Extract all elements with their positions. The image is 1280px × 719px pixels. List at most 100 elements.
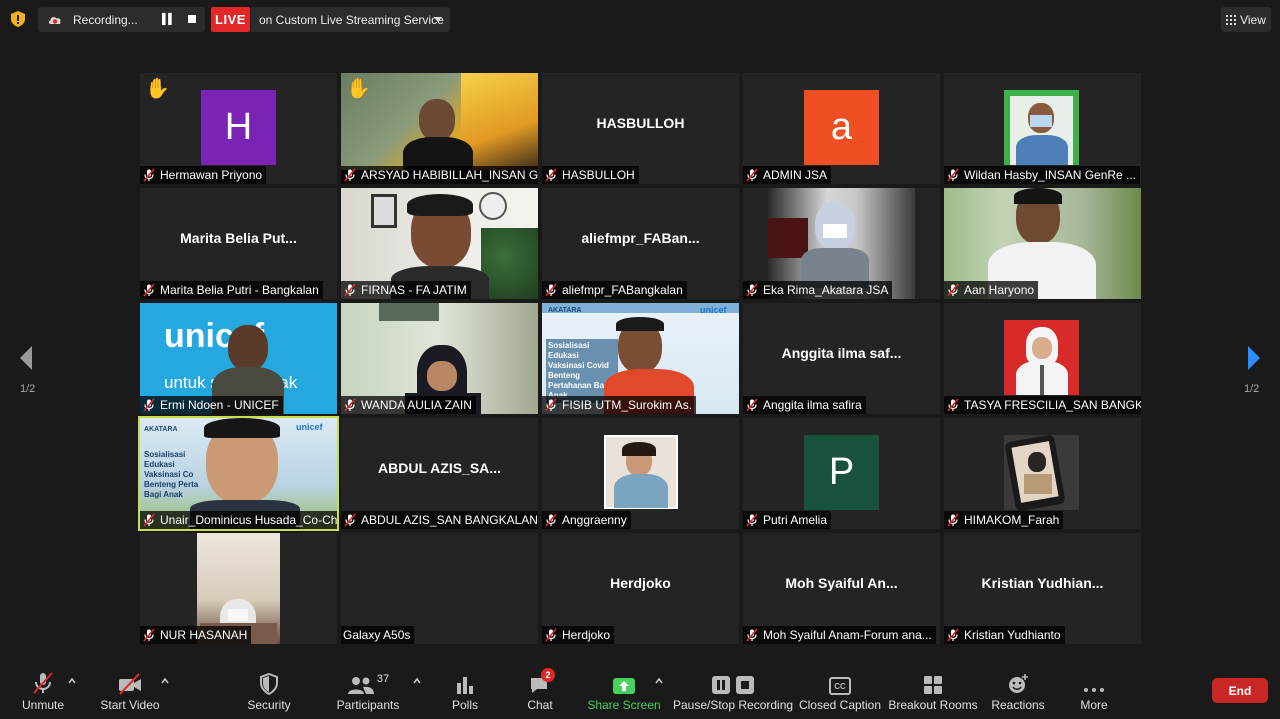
participant-tile[interactable]: Eka Rima_Akatara JSA xyxy=(743,188,940,299)
participant-name-label: FIRNAS - FA JATIM xyxy=(361,283,467,297)
participant-tile[interactable]: WANDA AULIA ZAIN xyxy=(341,303,538,414)
page-indicator-right: 1/2 xyxy=(1244,383,1260,395)
participant-name-bar: Hermawan Priyono xyxy=(140,166,267,184)
live-service-label: on Custom Live Streaming Service xyxy=(259,12,444,27)
muted-mic-icon xyxy=(746,513,758,527)
participant-tile[interactable]: Marita Belia Put... Marita Belia Putri -… xyxy=(140,188,337,299)
unmute-button[interactable]: Unmute xyxy=(20,667,66,719)
participant-name-bar: HASBULLOH xyxy=(542,166,639,184)
breakout-rooms-grid-icon xyxy=(924,676,942,694)
polls-button[interactable]: Polls xyxy=(449,667,481,719)
reactions-label: Reactions xyxy=(991,698,1045,712)
page-indicator-left: 1/2 xyxy=(20,383,36,395)
participant-name-bar: WANDA AULIA ZAIN xyxy=(341,396,476,414)
meeting-toolbar: Unmute Start Video Security 37 Participa… xyxy=(0,667,1280,719)
closed-caption-label: Closed Caption xyxy=(798,698,882,712)
participant-name-label: NUR HASANAH xyxy=(160,628,248,642)
participant-name-label: Hermawan Priyono xyxy=(160,168,263,182)
closed-caption-button[interactable]: CC Closed Caption xyxy=(798,667,882,719)
participant-tile[interactable]: AKATARA unicef Sosialisasi Edukasi Vaksi… xyxy=(138,416,339,531)
participant-tile[interactable]: Herdjoko Herdjoko xyxy=(542,533,739,644)
participant-name-label: TASYA FRESCILIA_SAN BANGK... xyxy=(964,398,1141,412)
previous-page-arrow-icon[interactable] xyxy=(18,345,34,371)
participants-count: 37 xyxy=(376,673,390,685)
participant-name-label: Moh Syaiful Anam-Forum ana... xyxy=(763,628,932,642)
participant-name-label: Galaxy A50s xyxy=(343,628,411,642)
participant-tile[interactable]: AKATARA unicef Sosialisasi Edukasi Vaksi… xyxy=(542,303,739,414)
breakout-rooms-label: Breakout Rooms xyxy=(888,698,978,712)
cloud-record-icon xyxy=(48,16,61,24)
pause-recording-icon[interactable]: ▌▌ xyxy=(162,14,175,25)
participant-tile[interactable]: ABDUL AZIS_SA... ABDUL AZIS_SAN BANGKALA… xyxy=(341,418,538,529)
share-options-chevron-icon[interactable] xyxy=(655,677,663,685)
top-bar: Recording... ▌▌ LIVE on Custom Live Stre… xyxy=(0,0,1280,40)
participant-tile[interactable]: a ADMIN JSA xyxy=(743,73,940,184)
participant-avatar: P xyxy=(804,435,879,510)
participant-display-name: Herdjoko xyxy=(610,575,671,591)
muted-mic-icon xyxy=(746,283,758,297)
muted-mic-icon xyxy=(746,398,758,412)
participant-tile[interactable]: unicef untuk setiap anak Ermi Ndoen - UN… xyxy=(140,303,337,414)
security-shield-icon[interactable] xyxy=(9,10,27,28)
participant-tile[interactable]: Kristian Yudhian... Kristian Yudhianto xyxy=(944,533,1141,644)
security-button[interactable]: Security xyxy=(245,667,293,719)
end-meeting-button[interactable]: End xyxy=(1212,678,1268,703)
chat-button[interactable]: 2 Chat xyxy=(524,667,556,719)
video-camera-off-icon xyxy=(119,673,141,695)
participant-tile[interactable]: Wildan Hasby_INSAN GenRe ... xyxy=(944,73,1141,184)
participant-name-bar: Anggita ilma safira xyxy=(743,396,866,414)
participant-tile[interactable]: Anggita ilma saf... Anggita ilma safira xyxy=(743,303,940,414)
participant-tile[interactable]: FIRNAS - FA JATIM xyxy=(341,188,538,299)
participant-name-bar: Eka Rima_Akatara JSA xyxy=(743,281,893,299)
participant-name-label: ABDUL AZIS_SAN BANGKALAN xyxy=(361,513,538,527)
participant-name-bar: Wildan Hasby_INSAN GenRe ... xyxy=(944,166,1141,184)
participants-icon xyxy=(347,677,374,694)
participants-options-chevron-icon[interactable] xyxy=(413,677,421,685)
participant-tile[interactable]: P Putri Amelia xyxy=(743,418,940,529)
live-service-dropdown[interactable]: on Custom Live Streaming Service xyxy=(251,7,450,32)
participant-tile[interactable]: Moh Syaiful An... Moh Syaiful Anam-Forum… xyxy=(743,533,940,644)
participant-name-bar: Kristian Yudhianto xyxy=(944,626,1065,644)
participant-tile[interactable]: H ✋ Hermawan Priyono xyxy=(140,73,337,184)
shield-icon xyxy=(260,673,278,695)
stop-recording-icon[interactable] xyxy=(188,15,196,23)
participant-tile[interactable]: Galaxy A50s xyxy=(341,533,538,644)
participant-tile[interactable]: HASBULLOH HASBULLOH xyxy=(542,73,739,184)
audio-options-chevron-icon[interactable] xyxy=(68,677,76,685)
reactions-button[interactable]: Reactions xyxy=(991,667,1045,719)
start-video-button[interactable]: Start Video xyxy=(100,667,160,719)
muted-mic-icon xyxy=(143,283,155,297)
muted-mic-icon xyxy=(746,628,758,642)
participant-name-bar: NUR HASANAH xyxy=(140,626,252,644)
participants-button[interactable]: 37 Participants xyxy=(336,667,400,719)
breakout-rooms-button[interactable]: Breakout Rooms xyxy=(888,667,978,719)
next-page-arrow-icon[interactable] xyxy=(1246,345,1262,371)
slide-unicef-text: unicef xyxy=(700,305,727,315)
more-button[interactable]: More xyxy=(1078,667,1110,719)
view-button[interactable]: View xyxy=(1221,7,1271,32)
participant-tile[interactable]: Anggraenny xyxy=(542,418,739,529)
participant-tile[interactable]: ✋ ARSYAD HABIBILLAH_INSAN G... xyxy=(341,73,538,184)
pause-stop-recording-button[interactable]: Pause/Stop Recording xyxy=(673,667,793,719)
participant-name-bar: Moh Syaiful Anam-Forum ana... xyxy=(743,626,936,644)
participant-name-label: HIMAKOM_Farah xyxy=(964,513,1060,527)
microphone-muted-icon xyxy=(33,672,53,694)
share-screen-button[interactable]: Share Screen xyxy=(587,667,661,719)
participant-tile[interactable]: HIMAKOM_Farah xyxy=(944,418,1141,529)
participant-tile[interactable]: TASYA FRESCILIA_SAN BANGK... xyxy=(944,303,1141,414)
participant-name-bar: ABDUL AZIS_SAN BANGKALAN xyxy=(341,511,538,529)
participant-display-name: Anggita ilma saf... xyxy=(781,345,902,361)
video-options-chevron-icon[interactable] xyxy=(161,677,169,685)
recording-indicator[interactable]: Recording... ▌▌ xyxy=(38,7,205,32)
participant-tile[interactable]: aliefmpr_FABan... aliefmpr_FABangkalan xyxy=(542,188,739,299)
participant-name-bar: TASYA FRESCILIA_SAN BANGK... xyxy=(944,396,1141,414)
participant-name-bar: HIMAKOM_Farah xyxy=(944,511,1064,529)
raised-hand-icon: ✋ xyxy=(145,78,170,100)
participant-tile[interactable]: Aan Haryono xyxy=(944,188,1141,299)
participant-display-name: Moh Syaiful An... xyxy=(785,575,898,591)
chat-label: Chat xyxy=(527,698,553,712)
start-video-label: Start Video xyxy=(100,698,160,712)
participant-name-bar: ADMIN JSA xyxy=(743,166,832,184)
participant-tile[interactable]: NUR HASANAH xyxy=(140,533,337,644)
polls-bar-chart-icon xyxy=(457,677,473,694)
